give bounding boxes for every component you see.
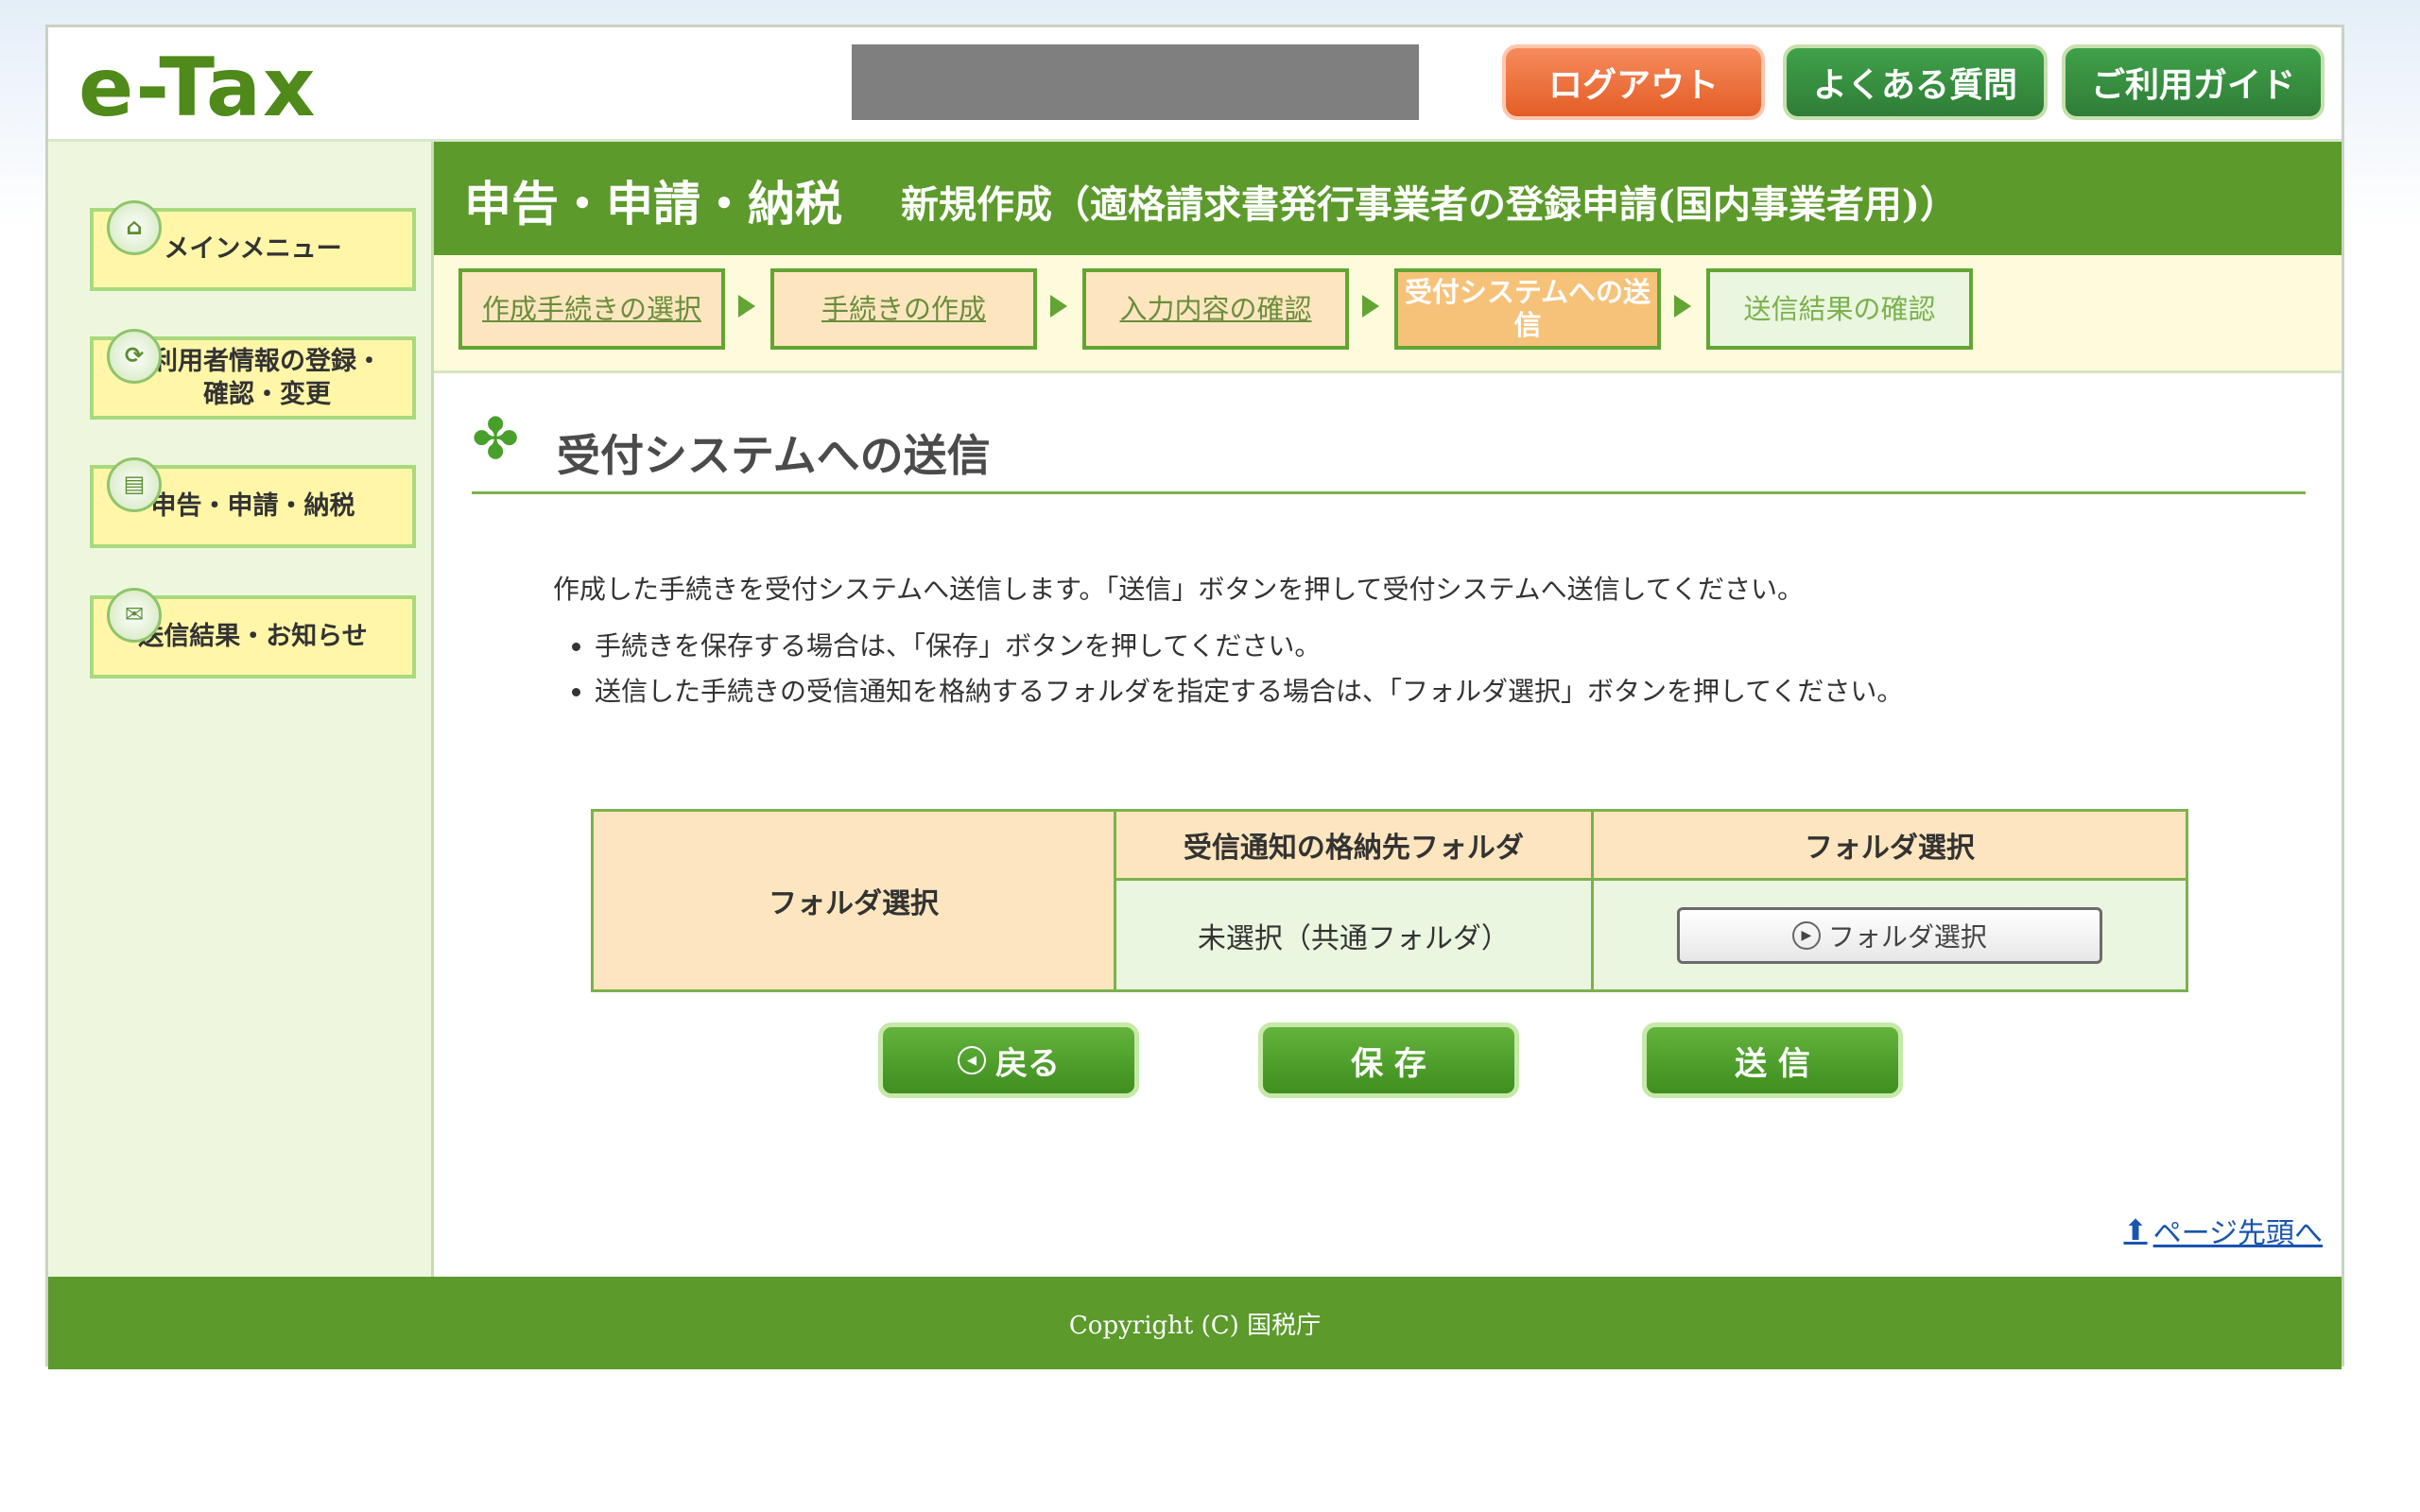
- step-arrow-icon: [1050, 295, 1067, 318]
- page-top-label: ページ先頭へ: [2152, 1217, 2323, 1250]
- document-icon: ▤: [107, 457, 162, 512]
- back-circle-icon: ◀: [958, 1046, 986, 1074]
- page-subtitle: 新規作成（適格請求書発行事業者の登録申請(国内事業者用)）: [901, 182, 1958, 227]
- section-header: ✤ 受付システムへの送信: [472, 406, 2306, 494]
- step-arrow-icon: [1674, 295, 1691, 318]
- step-create-procedure[interactable]: 手続きの作成: [770, 268, 1037, 350]
- clover-icon: ✤: [472, 406, 520, 472]
- logout-button[interactable]: ログアウト: [1502, 44, 1765, 120]
- step-send-to-system: 受付システムへの送信: [1394, 268, 1661, 350]
- folder-row-header: フォルダ選択: [591, 809, 1116, 992]
- main-content: 申告・申請・納税 新規作成（適格請求書発行事業者の登録申請(国内事業者用)） 作…: [434, 142, 2342, 1277]
- sidebar-item-results[interactable]: ✉ 送信結果・お知らせ: [90, 588, 416, 679]
- step-arrow-icon: [1362, 295, 1379, 318]
- title-bar: 申告・申請・納税 新規作成（適格請求書発行事業者の登録申請(国内事業者用)）: [434, 142, 2342, 255]
- sidebar-item-label: メインメニュー: [164, 234, 342, 265]
- copyright-text: Copyright (C) 国税庁: [1068, 1311, 1322, 1340]
- sidebar-item-user-info[interactable]: ⟳ 利用者情報の登録・確認・変更: [90, 329, 416, 420]
- folder-table: フォルダ選択 受信通知の格納先フォルダ フォルダ選択 未選択（共通フォルダ） ▶…: [591, 808, 2189, 992]
- user-settings-icon: ⟳: [107, 329, 162, 384]
- folder-button-cell: ▶ フォルダ選択: [1590, 878, 2189, 992]
- arrow-up-icon: ⬆: [2123, 1213, 2148, 1247]
- list-item: 手続きを保存する場合は、「保存」ボタンを押してください。: [595, 624, 1903, 669]
- etax-logo[interactable]: e-Tax: [78, 41, 317, 135]
- progress-steps: 作成手続きの選択 手続きの作成 入力内容の確認 受付システムへの送信 送信結果の…: [434, 255, 2342, 373]
- send-button[interactable]: 送 信: [1642, 1022, 1903, 1098]
- folder-value: 未選択（共通フォルダ）: [1114, 878, 1594, 992]
- step-confirm-input[interactable]: 入力内容の確認: [1082, 268, 1349, 350]
- intro-text: 作成した手続きを受付システムへ送信します。「送信」ボタンを押して受付システムへ送…: [553, 574, 1805, 605]
- app-frame: e-Tax ログアウト よくある質問 ご利用ガイド ⌂ メインメニュー ⟳ 利用…: [45, 25, 2344, 1369]
- page-title: 申告・申請・納税: [464, 176, 842, 232]
- step-confirm-result: 送信結果の確認: [1706, 268, 1973, 350]
- home-icon: ⌂: [107, 200, 162, 255]
- section-title: 受付システムへの送信: [557, 430, 991, 481]
- sidebar-item-label: 送信結果・お知らせ: [138, 622, 368, 652]
- folder-select-button-label: フォルダ選択: [1827, 920, 1987, 953]
- sidebar-item-filing[interactable]: ▤ 申告・申請・納税: [90, 457, 416, 548]
- folder-select-button[interactable]: ▶ フォルダ選択: [1676, 906, 2102, 964]
- page-top-link[interactable]: ⬆ ページ先頭へ: [2123, 1210, 2323, 1251]
- step-arrow-icon: [738, 295, 755, 318]
- user-info-redacted: [852, 44, 1419, 120]
- footer: Copyright (C) 国税庁: [48, 1277, 2342, 1369]
- mail-icon: ✉: [107, 588, 162, 643]
- back-button[interactable]: ◀ 戻る: [878, 1022, 1139, 1098]
- folder-select-column-header: フォルダ選択: [1590, 808, 2189, 882]
- sidebar-item-label: 申告・申請・納税: [150, 491, 355, 522]
- guide-button[interactable]: ご利用ガイド: [2062, 44, 2325, 120]
- sidebar: ⌂ メインメニュー ⟳ 利用者情報の登録・確認・変更 ▤ 申告・申請・納税 ✉ …: [48, 142, 434, 1277]
- play-circle-icon: ▶: [1791, 920, 1821, 950]
- instruction-list: 手続きを保存する場合は、「保存」ボタンを押してください。 送信した手続きの受信通…: [557, 624, 1903, 714]
- list-item: 送信した手続きの受信通知を格納するフォルダを指定する場合は、「フォルダ選択」ボタ…: [595, 669, 1903, 714]
- folder-column-header: 受信通知の格納先フォルダ: [1114, 808, 1594, 882]
- step-select-procedure[interactable]: 作成手続きの選択: [458, 268, 725, 350]
- header: e-Tax ログアウト よくある質問 ご利用ガイド: [48, 27, 2342, 142]
- sidebar-item-main-menu[interactable]: ⌂ メインメニュー: [90, 200, 416, 291]
- save-button[interactable]: 保 存: [1258, 1022, 1519, 1098]
- faq-button[interactable]: よくある質問: [1783, 44, 2048, 120]
- back-button-label: 戻る: [995, 1044, 1060, 1083]
